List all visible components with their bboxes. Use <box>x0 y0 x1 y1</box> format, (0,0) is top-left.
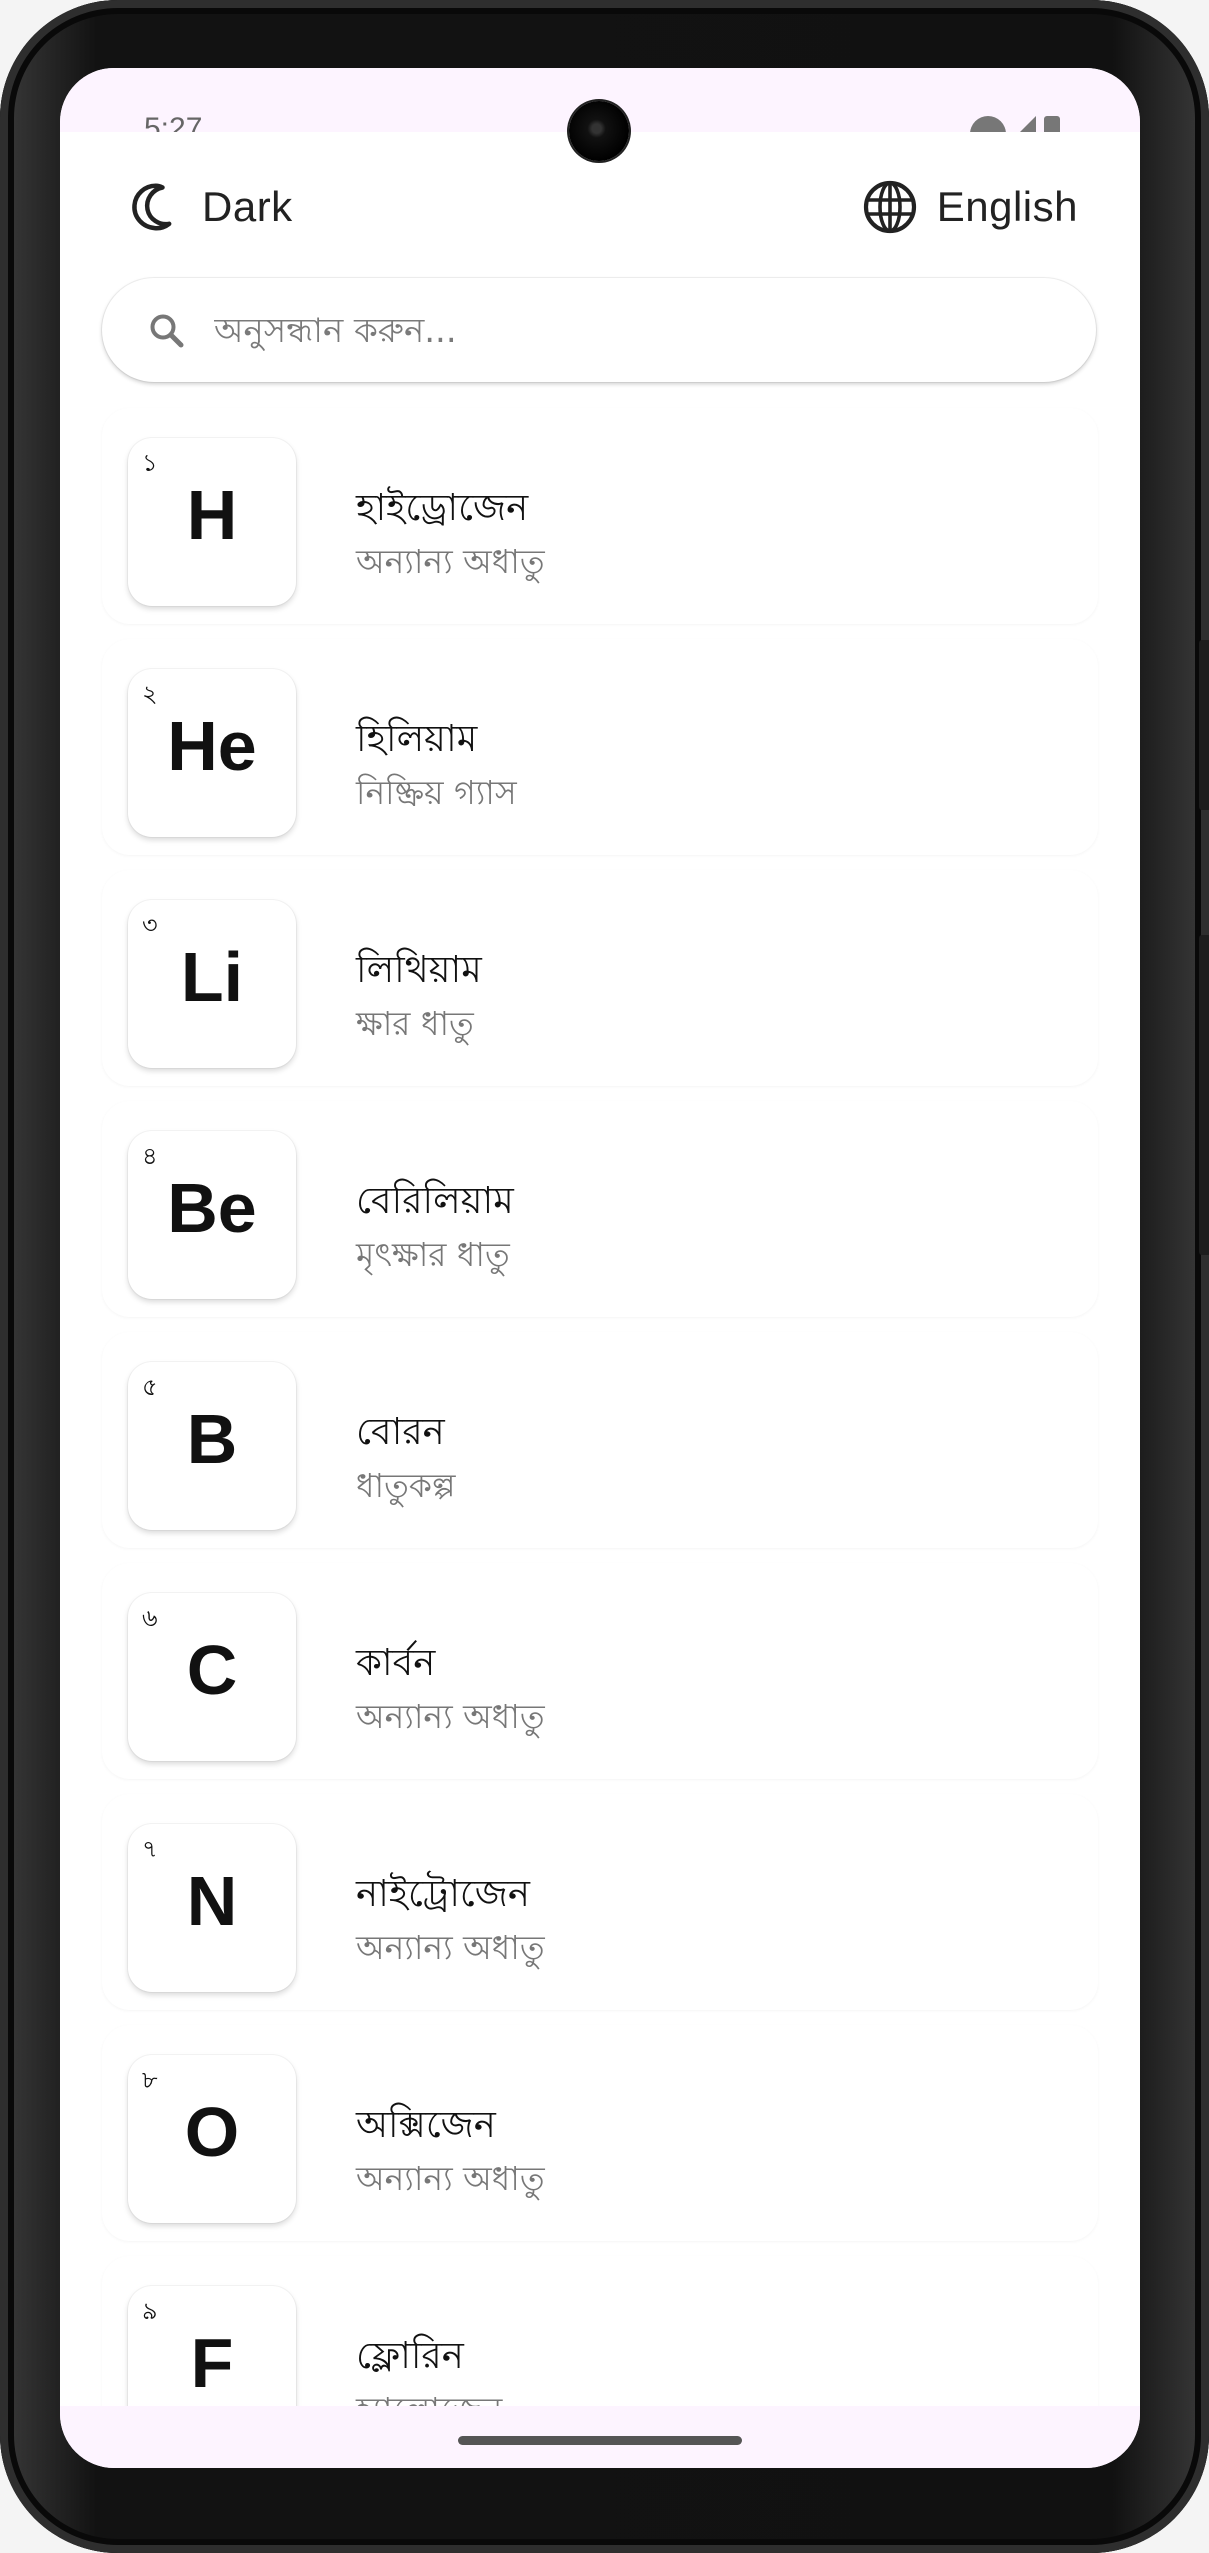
volume-button <box>1199 640 1209 810</box>
element-row-hydrogen[interactable]: ১ H হাইড্রোজেন অন্যান্য অধাতু <box>102 408 1098 624</box>
element-list[interactable]: ১ H হাইড্রোজেন অন্যান্য অধাতু ২ He হিলিয… <box>60 408 1140 2468</box>
element-row-oxygen[interactable]: ৮ O অক্সিজেন অন্যান্য অধাতু <box>102 2025 1098 2241</box>
status-icons <box>970 116 1060 132</box>
atomic-number: ১ <box>142 449 158 477</box>
app-screen: 5:27 Dark English অনুসন্ধান করুন... ১ H … <box>60 68 1140 2468</box>
element-category: অন্যান্য অধাতু <box>356 1928 545 1967</box>
moon-icon <box>128 180 182 234</box>
gesture-navigation-bar <box>60 2406 1140 2468</box>
element-symbol: Be <box>167 1169 257 1247</box>
element-name: অক্সিজেন <box>356 2103 496 2146</box>
element-symbol: F <box>190 2324 234 2402</box>
element-tile: ৪ Be <box>128 1131 296 1299</box>
element-row-helium[interactable]: ২ He হিলিয়াম নিষ্ক্রিয় গ্যাস <box>102 639 1098 855</box>
app-header: Dark English <box>60 132 1140 272</box>
element-tile: ৮ O <box>128 2055 296 2223</box>
atomic-number: ৬ <box>142 1604 158 1632</box>
element-category: অন্যান্য অধাতু <box>356 2159 545 2198</box>
element-name: লিথিয়াম <box>356 948 482 991</box>
element-row-boron[interactable]: ৫ B বোরন ধাতুকল্প <box>102 1332 1098 1548</box>
phone-frame: 5:27 Dark English অনুসন্ধান করুন... ১ H … <box>0 0 1209 2553</box>
element-tile: ১ H <box>128 438 296 606</box>
element-name: বোরন <box>356 1410 445 1453</box>
element-category: নিষ্ক্রিয় গ্যাস <box>356 773 517 812</box>
search-icon <box>148 312 186 350</box>
atomic-number: ৫ <box>142 1373 158 1401</box>
language-label: English <box>936 183 1078 230</box>
element-tile: ৫ B <box>128 1362 296 1530</box>
element-symbol: Li <box>180 938 244 1016</box>
element-name: নাইট্রোজেন <box>356 1872 530 1915</box>
element-category: অন্যান্য অধাতু <box>356 1697 545 1736</box>
language-toggle[interactable]: English <box>861 176 1078 238</box>
element-symbol: H <box>186 476 238 554</box>
atomic-number: ৩ <box>142 911 158 939</box>
atomic-number: ৭ <box>142 1835 158 1863</box>
element-category: ক্ষার ধাতু <box>356 1004 474 1043</box>
atomic-number: ৪ <box>142 1142 158 1170</box>
atomic-number: ৯ <box>142 2297 158 2325</box>
status-time: 5:27 <box>144 112 203 133</box>
element-tile: ৩ Li <box>128 900 296 1068</box>
search-bar[interactable] <box>102 278 1096 382</box>
home-indicator[interactable] <box>458 2436 742 2445</box>
element-symbol: B <box>186 1400 238 1478</box>
theme-label: Dark <box>202 183 293 230</box>
element-row-lithium[interactable]: ৩ Li লিথিয়াম ক্ষার ধাতু <box>102 870 1098 1086</box>
atomic-number: ২ <box>142 680 158 708</box>
element-category: অন্যান্য অধাতু <box>356 542 545 581</box>
element-category: মৃৎক্ষার ধাতু <box>356 1235 510 1274</box>
element-row-nitrogen[interactable]: ৭ N নাইট্রোজেন অন্যান্য অধাতু <box>102 1794 1098 2010</box>
element-symbol: N <box>186 1862 238 1940</box>
element-row-beryllium[interactable]: ৪ Be বেরিলিয়াম মৃৎক্ষার ধাতু <box>102 1101 1098 1317</box>
element-symbol: C <box>186 1631 238 1709</box>
element-name: বেরিলিয়াম <box>356 1179 514 1222</box>
signal-icon <box>1014 116 1036 132</box>
element-name: হিলিয়াম <box>356 717 478 760</box>
element-tile: ৭ N <box>128 1824 296 1992</box>
theme-toggle[interactable]: Dark <box>128 176 293 238</box>
element-symbol: He <box>167 707 257 785</box>
element-name: হাইড্রোজেন <box>356 486 529 529</box>
search-input[interactable] <box>212 304 1036 358</box>
element-row-carbon[interactable]: ৬ C কার্বন অন্যান্য অধাতু <box>102 1563 1098 1779</box>
element-tile: ৬ C <box>128 1593 296 1761</box>
element-tile: ২ He <box>128 669 296 837</box>
power-button <box>1199 935 1209 1255</box>
wifi-icon <box>970 116 1006 132</box>
element-name: ফ্লোরিন <box>356 2334 464 2377</box>
element-name: কার্বন <box>356 1641 436 1684</box>
globe-icon <box>861 178 919 236</box>
element-category: ধাতুকল্প <box>356 1466 456 1505</box>
atomic-number: ৮ <box>142 2066 158 2094</box>
battery-icon <box>1044 116 1060 132</box>
element-symbol: O <box>184 2093 240 2171</box>
